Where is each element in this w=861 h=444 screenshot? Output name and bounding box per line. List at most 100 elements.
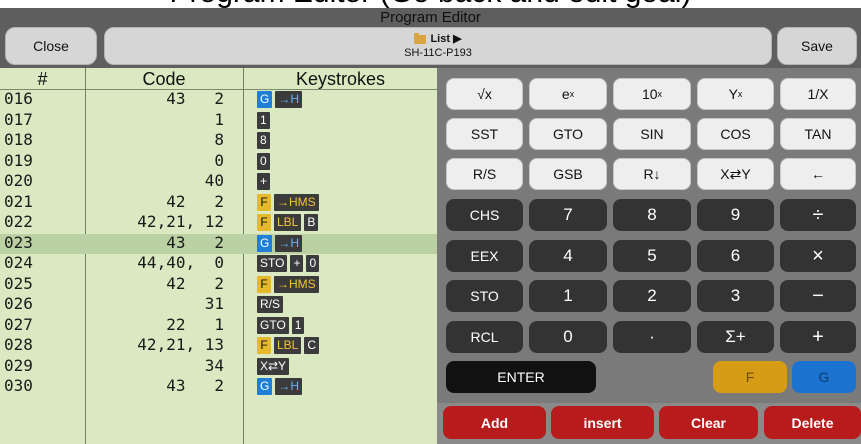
line-keystrokes: G →H (257, 91, 303, 108)
keystroke-chip: →HMS (274, 275, 319, 293)
rcl-key[interactable]: RCL (446, 321, 523, 353)
backspace-key[interactable]: ← (780, 158, 856, 190)
line-keystrokes: G →H (257, 378, 303, 395)
swap-xy-key-label: X⇄Y (720, 165, 751, 182)
digit-1-key-label: 1 (563, 286, 573, 305)
line-keystrokes: F →HMS (257, 193, 319, 211)
divide-key[interactable]: ÷ (780, 199, 856, 231)
page-title: Program Editor (380, 9, 481, 26)
add-key[interactable]: + (780, 321, 856, 353)
reciprocal-key[interactable]: 1/X (780, 78, 856, 110)
y-power-key[interactable]: Yx (697, 78, 774, 110)
keystroke-chip: 0 (257, 152, 270, 170)
program-line[interactable]: 029 34 X⇄Y (0, 355, 437, 378)
line-code: 31 (204, 294, 224, 313)
program-line[interactable]: 027 22 1 GTO 1 (0, 314, 437, 337)
exp-key-label: e (561, 86, 570, 102)
sqrt-key[interactable]: √x (446, 78, 523, 110)
line-number: 019 (4, 150, 33, 170)
ten-power-key[interactable]: 10 x (613, 78, 691, 110)
line-code: 22 1 (166, 314, 224, 334)
digit-7-key[interactable]: 7 (529, 199, 607, 231)
keystroke-chip: STO (257, 255, 288, 272)
column-number-header: # (37, 69, 48, 89)
program-line[interactable]: 018 8 8 (0, 131, 437, 152)
program-line[interactable]: 019 0 0 (0, 150, 437, 173)
cos-key[interactable]: COS (697, 118, 774, 150)
sigma-plus-key-label: Σ+ (725, 327, 746, 346)
sigma-plus-key[interactable]: Σ+ (697, 321, 774, 353)
roll-down-key-label: R↓ (643, 166, 661, 182)
add-button[interactable]: Add (443, 406, 546, 439)
digit-0-key[interactable]: 0 (529, 321, 607, 353)
sto-key[interactable]: STO (446, 280, 523, 312)
program-list-selector[interactable]: List ▶ SH-11C-P193 (104, 27, 772, 65)
enter-key[interactable]: ENTER (446, 361, 596, 393)
keystroke-chip: F (257, 214, 271, 231)
digit-6-key[interactable]: 6 (697, 240, 774, 272)
digit-2-key[interactable]: 2 (613, 280, 691, 312)
sin-key[interactable]: SIN (613, 118, 691, 150)
digit-9-key[interactable]: 9 (697, 199, 774, 231)
sto-key-label: STO (470, 288, 499, 304)
program-line[interactable]: 026 31 R/S (0, 295, 437, 316)
line-code: 42 2 (166, 273, 224, 293)
digit-1-key[interactable]: 1 (529, 280, 607, 312)
program-line[interactable]: 028 42,21, 13 F LBL C (0, 336, 437, 357)
line-number: 029 (4, 355, 33, 375)
exp-key-superscript: x (569, 89, 575, 99)
line-keystrokes: G →H (257, 234, 303, 252)
program-line[interactable]: 024 44,40, 0 STO +0 (0, 254, 437, 275)
exp-key[interactable]: ex (529, 78, 607, 110)
program-line[interactable]: 023 43 2 G →H (0, 233, 437, 254)
program-line[interactable]: 021 42 2 F →HMS (0, 192, 437, 214)
clear-button[interactable]: Clear (659, 406, 758, 439)
run-stop-key[interactable]: R/S (446, 158, 523, 190)
line-code: 0 (214, 150, 224, 170)
digit-4-key[interactable]: 4 (529, 240, 607, 272)
column-code-header: Code (142, 69, 186, 89)
tan-key[interactable]: TAN (780, 118, 856, 150)
subtract-key[interactable]: − (780, 280, 856, 312)
g-shift-key[interactable]: G (792, 361, 856, 393)
program-line[interactable]: 030 43 2 G →H (0, 377, 437, 398)
digit-8-key[interactable]: 8 (613, 199, 691, 231)
eex-key[interactable]: EEX (446, 240, 523, 272)
sqrt-key-label: √x (477, 86, 492, 102)
multiply-key[interactable]: × (780, 240, 856, 272)
decimal-key[interactable]: · (613, 321, 691, 353)
reciprocal-key-label: 1/X (807, 86, 829, 102)
program-line[interactable]: 022 42,21, 12 F LBL B (0, 213, 437, 234)
roll-down-key[interactable]: R↓ (613, 158, 691, 190)
sst-key[interactable]: SST (446, 118, 523, 150)
save-button[interactable]: Save (777, 27, 857, 65)
sin-key-label: SIN (640, 126, 664, 142)
delete-button[interactable]: Delete (764, 406, 861, 439)
keystroke-chip: G (257, 378, 273, 395)
chs-key[interactable]: CHS (446, 199, 523, 231)
line-keystrokes: 8 (257, 132, 270, 149)
digit-5-key[interactable]: 5 (613, 240, 691, 272)
swap-xy-key[interactable]: X⇄Y (697, 158, 774, 190)
program-line[interactable]: 017 1 1 (0, 110, 437, 132)
tan-key-label: TAN (804, 126, 832, 142)
program-name: SH-11C-P193 (404, 47, 472, 59)
insert-button[interactable]: insert (551, 406, 654, 439)
program-line[interactable]: 025 42 2 F →HMS (0, 273, 437, 296)
ten-power-key-label: 10 (641, 86, 658, 102)
close-button[interactable]: Close (5, 27, 97, 65)
line-keystrokes: F LBL C (257, 337, 320, 354)
keystroke-chip: X⇄Y (257, 357, 290, 375)
run-stop-key-label: R/S (472, 166, 497, 182)
f-shift-key[interactable]: F (713, 361, 787, 393)
program-line[interactable]: 016 43 2 G →H (0, 90, 437, 111)
gsb-key[interactable]: GSB (529, 158, 607, 190)
eex-key-label: EEX (470, 248, 499, 264)
program-line[interactable]: 020 40 + (0, 172, 437, 193)
gto-key[interactable]: GTO (529, 118, 607, 150)
line-keystrokes: R/S (257, 296, 284, 313)
digit-3-key[interactable]: 3 (697, 280, 774, 312)
line-code: 8 (214, 130, 224, 149)
program-listing[interactable]: # Code Keystrokes 016 43 2 G →H 017 1 1 018 8 8 01… (0, 68, 437, 444)
keystroke-chip: F (257, 275, 271, 293)
